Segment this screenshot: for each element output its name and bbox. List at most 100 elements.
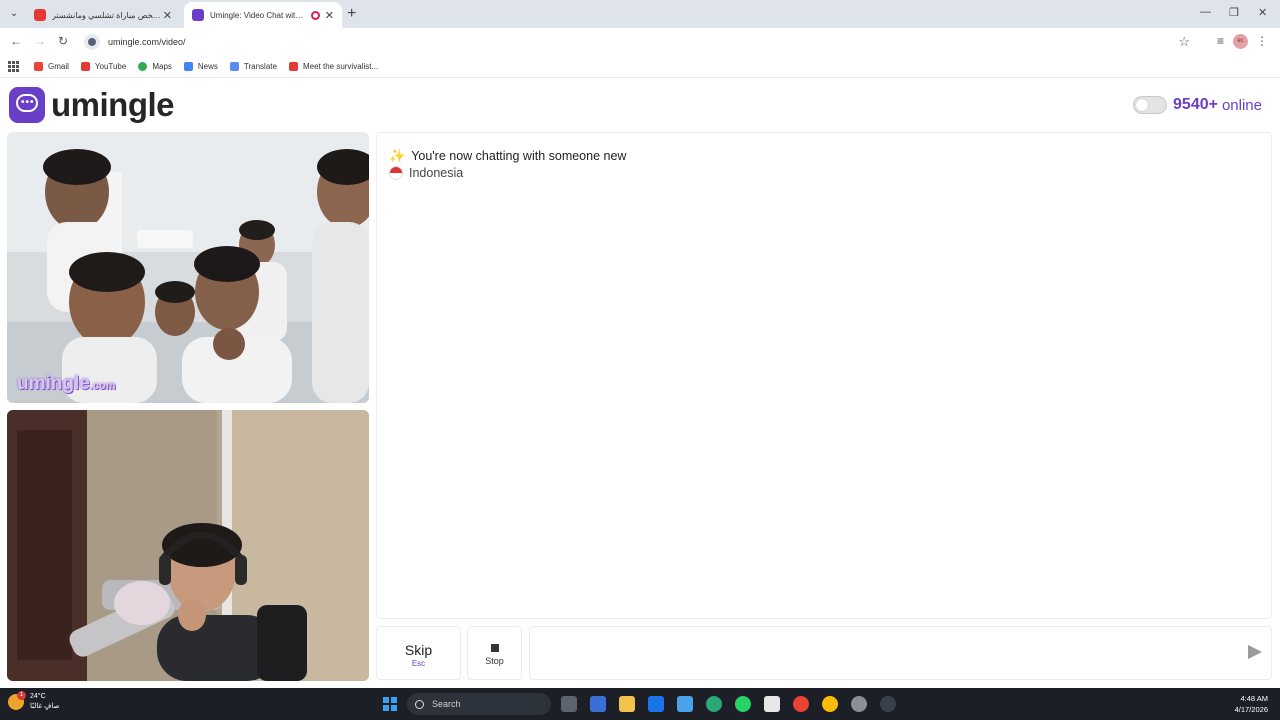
bookmark-youtube[interactable]: YouTube: [80, 62, 127, 71]
new-tab-button[interactable]: +: [347, 5, 356, 23]
umingle-watermark: umingle.com: [17, 373, 116, 395]
url-text: umingle.com/video/: [108, 37, 186, 47]
maps-pin-icon: [138, 62, 148, 71]
browser-toolbar: ← → ↻ umingle.com/video/ ☆ ≡ ec ⋮: [0, 28, 1280, 56]
search-label: Search: [432, 699, 461, 709]
skip-shortcut-hint: Esc: [411, 659, 426, 668]
news-icon: [183, 62, 193, 71]
notepad-icon[interactable]: [677, 696, 693, 712]
media-controls-icon[interactable]: ≡: [1217, 34, 1224, 48]
bookmark-translate[interactable]: Translate: [229, 62, 277, 71]
watermark-text: umingle: [17, 373, 90, 394]
chrome-icon[interactable]: [793, 696, 809, 712]
system-message: ✨ You're now chatting with someone new: [389, 148, 626, 164]
notification-badge: 1: [17, 691, 26, 700]
report-flag-icon[interactable]: [345, 379, 359, 391]
indonesia-flag-icon: [389, 166, 403, 180]
profile-avatar[interactable]: ec: [1233, 34, 1248, 49]
forward-icon[interactable]: →: [34, 34, 46, 48]
online-indicator: 9540+ online: [1133, 96, 1262, 114]
gmail-icon: [34, 62, 43, 71]
translate-icon: [229, 62, 239, 71]
close-tab-icon[interactable]: ✕: [325, 9, 334, 22]
site-info-icon[interactable]: [84, 34, 100, 50]
watermark-suffix: .com: [89, 380, 116, 392]
tab-title: Umingle: Video Chat with Strangers: [210, 10, 306, 20]
bookmark-star-icon[interactable]: ☆: [1178, 34, 1190, 50]
taskbar-search[interactable]: Search: [407, 693, 551, 715]
chrome-active-icon[interactable]: [822, 696, 838, 712]
sparkles-icon: ✨: [389, 148, 406, 163]
site-logo[interactable]: ••• umingle: [9, 86, 175, 124]
tab-search-icon[interactable]: ⌄: [6, 6, 22, 22]
store-icon[interactable]: [764, 696, 780, 712]
skip-button[interactable]: Skip Esc: [376, 626, 461, 680]
copilot-icon[interactable]: [590, 696, 606, 712]
chat-bubble-logo-icon: •••: [9, 87, 45, 123]
bookmark-label: Maps: [152, 62, 172, 71]
temperature: 24°C: [30, 693, 46, 700]
country-message: Indonesia: [389, 166, 463, 180]
address-bar[interactable]: umingle.com/video/: [80, 31, 1200, 53]
youtube-icon: [34, 9, 46, 21]
bookmark-label: YouTube: [94, 62, 127, 71]
weather-description: صافٍ غالبًا: [30, 703, 60, 710]
youtube-icon: [80, 62, 90, 71]
apps-grid-icon[interactable]: [8, 60, 20, 73]
bookmark-news[interactable]: News: [183, 62, 218, 71]
tab-youtube[interactable]: ملخص مباراة تشلسي ومانشستر ... ✕: [26, 2, 180, 28]
settings-gear-icon[interactable]: [851, 696, 867, 712]
send-icon[interactable]: [1248, 645, 1262, 659]
search-icon: [415, 699, 424, 709]
whatsapp-icon[interactable]: [735, 696, 751, 712]
maps-app-icon[interactable]: [880, 696, 896, 712]
online-label: online: [1221, 96, 1262, 114]
back-icon[interactable]: ←: [10, 34, 22, 48]
file-explorer-icon[interactable]: [619, 696, 635, 712]
online-count: 9540+: [1173, 96, 1218, 113]
logo-text: umingle: [51, 86, 175, 123]
chat-controls: Skip Esc Stop: [376, 626, 1272, 680]
windows-start-icon[interactable]: [383, 697, 397, 711]
bookmark-video[interactable]: Meet the survivalist...: [288, 62, 379, 71]
bookmark-maps[interactable]: Maps: [138, 62, 172, 71]
local-video: [7, 410, 369, 681]
bookmarks-bar: Gmail YouTube Maps News Translate Meet t…: [0, 56, 1280, 78]
bookmark-label: Gmail: [48, 62, 69, 71]
close-tab-icon[interactable]: ✕: [163, 9, 172, 22]
edge-icon[interactable]: [706, 696, 722, 712]
bookmark-label: News: [197, 62, 218, 71]
bookmark-label: Meet the survivalist...: [302, 62, 379, 71]
menu-icon[interactable]: ⋮: [1256, 34, 1268, 48]
message-input[interactable]: [529, 626, 1272, 680]
stop-button[interactable]: Stop: [467, 626, 522, 680]
remote-video-frame: [7, 132, 369, 403]
umingle-favicon-icon: [192, 9, 204, 21]
theme-toggle[interactable]: [1133, 96, 1168, 114]
tab-umingle[interactable]: Umingle: Video Chat with Strangers ✕: [184, 2, 342, 28]
weather-widget[interactable]: 1 24°C صافٍ غالبًا: [8, 691, 59, 712]
remote-video: umingle.com: [7, 132, 369, 403]
weather-sun-icon: 1: [8, 691, 26, 710]
recording-icon: [310, 10, 320, 20]
chat-panel: ✨ You're now chatting with someone new I…: [376, 132, 1272, 619]
close-window-icon[interactable]: ✕: [1258, 6, 1267, 19]
task-view-icon[interactable]: [561, 696, 577, 712]
bookmark-gmail[interactable]: Gmail: [34, 62, 69, 71]
reload-icon[interactable]: ↻: [58, 34, 68, 48]
browser-tabstrip: ⌄ ملخص مباراة تشلسي ومانشستر ... ✕ Uming…: [0, 0, 1280, 28]
time: 4:48 AM: [1240, 694, 1268, 703]
bookmark-label: Translate: [243, 62, 277, 71]
minimize-icon[interactable]: —: [1200, 6, 1211, 18]
stop-label: Stop: [485, 656, 504, 666]
restore-icon[interactable]: ❐: [1229, 6, 1239, 19]
local-video-frame: [7, 410, 369, 681]
system-clock[interactable]: 4:48 AM 4/17/2026: [1235, 693, 1268, 715]
status-message: You're now chatting with someone new: [411, 149, 627, 163]
date: 4/17/2026: [1234, 705, 1268, 714]
tab-title: ملخص مباراة تشلسي ومانشستر ...: [52, 10, 163, 20]
country-name: Indonesia: [409, 166, 464, 180]
skip-label: Skip: [404, 642, 433, 658]
outlook-icon[interactable]: [648, 696, 664, 712]
weather-text: 24°C صافٍ غالبًا: [30, 692, 59, 712]
